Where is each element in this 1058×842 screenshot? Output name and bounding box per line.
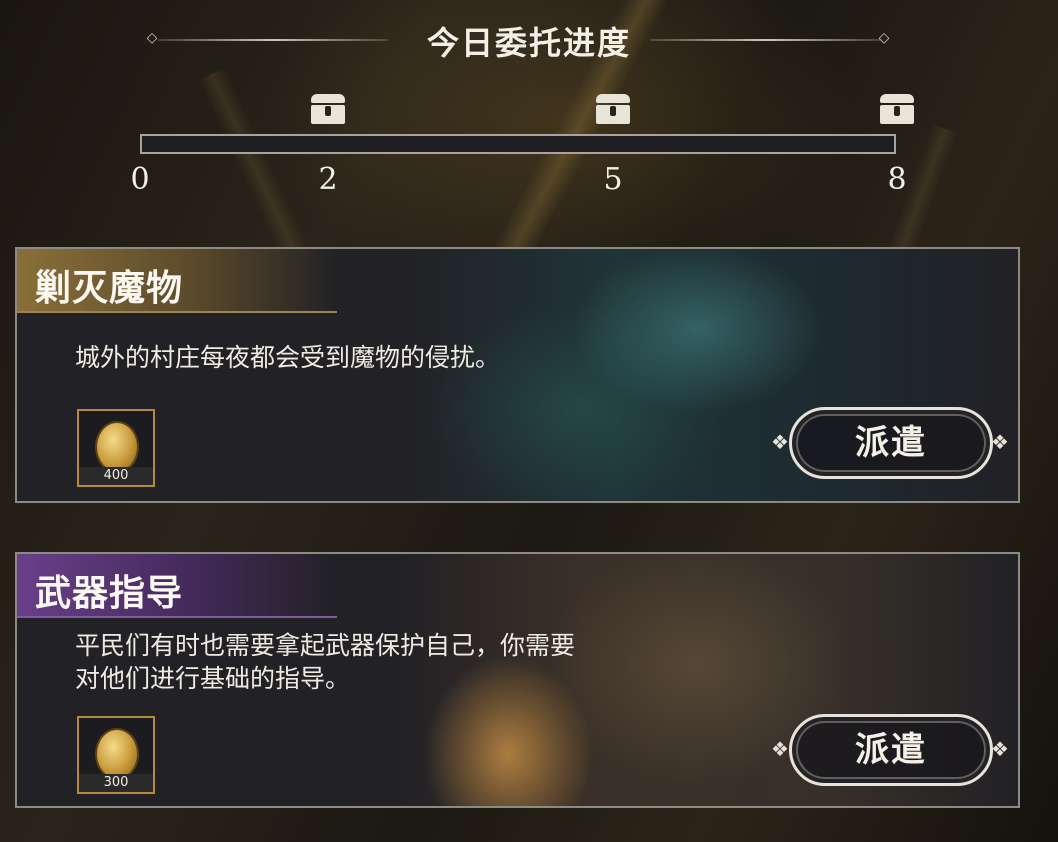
mission-title: 武器指导: [35, 573, 184, 614]
reward-chest-icon[interactable]: [596, 94, 630, 126]
progress-tick-label: 8: [887, 162, 907, 197]
dispatch-button-label[interactable]: 派遣: [789, 407, 993, 479]
mission-description-line: 对他们进行基础的指导。: [75, 664, 351, 693]
progress-tick-label: 0: [130, 162, 150, 197]
dispatch-button[interactable]: ❖ 派遣 ❖: [771, 407, 1009, 483]
ornament-icon: ◇: [878, 30, 890, 46]
mission-title: 剿灭魔物: [35, 268, 184, 309]
ornament-icon: ❖: [991, 430, 1009, 454]
dispatch-button-label[interactable]: 派遣: [789, 714, 993, 786]
progress-title: 今日委托进度: [426, 24, 631, 62]
reward-chest-icon[interactable]: [311, 94, 345, 126]
progress-tick-label: 2: [318, 162, 338, 197]
mission-card: 剿灭魔物 城外的村庄每夜都会受到魔物的侵扰。 400 ❖ 派遣 ❖: [15, 247, 1020, 503]
mission-header: 武器指导: [17, 554, 337, 618]
mission-description-line: 平民们有时也需要拿起武器保护自己，你需要: [75, 631, 576, 660]
reward-slot[interactable]: 300: [77, 716, 155, 794]
title-divider-right: [650, 39, 882, 41]
reward-count: 300: [79, 774, 153, 792]
mission-description: 城外的村庄每夜都会受到魔物的侵扰。: [75, 343, 501, 372]
progress-tick-label: 5: [603, 162, 623, 197]
gold-coin-icon: [95, 421, 139, 473]
ornament-icon: ❖: [771, 737, 789, 761]
mission-description: 平民们有时也需要拿起武器保护自己，你需要 对他们进行基础的指导。: [75, 629, 725, 695]
reward-chest-icon[interactable]: [880, 94, 914, 126]
dispatch-button[interactable]: ❖ 派遣 ❖: [771, 714, 1009, 790]
mission-header: 剿灭魔物: [17, 249, 337, 313]
ornament-icon: ❖: [991, 737, 1009, 761]
reward-slot[interactable]: 400: [77, 409, 155, 487]
ornament-icon: ❖: [771, 430, 789, 454]
progress-bar: [140, 134, 896, 154]
gold-coin-icon: [95, 728, 139, 780]
mission-card: 武器指导 平民们有时也需要拿起武器保护自己，你需要 对他们进行基础的指导。 30…: [15, 552, 1020, 808]
reward-count: 400: [79, 467, 153, 485]
